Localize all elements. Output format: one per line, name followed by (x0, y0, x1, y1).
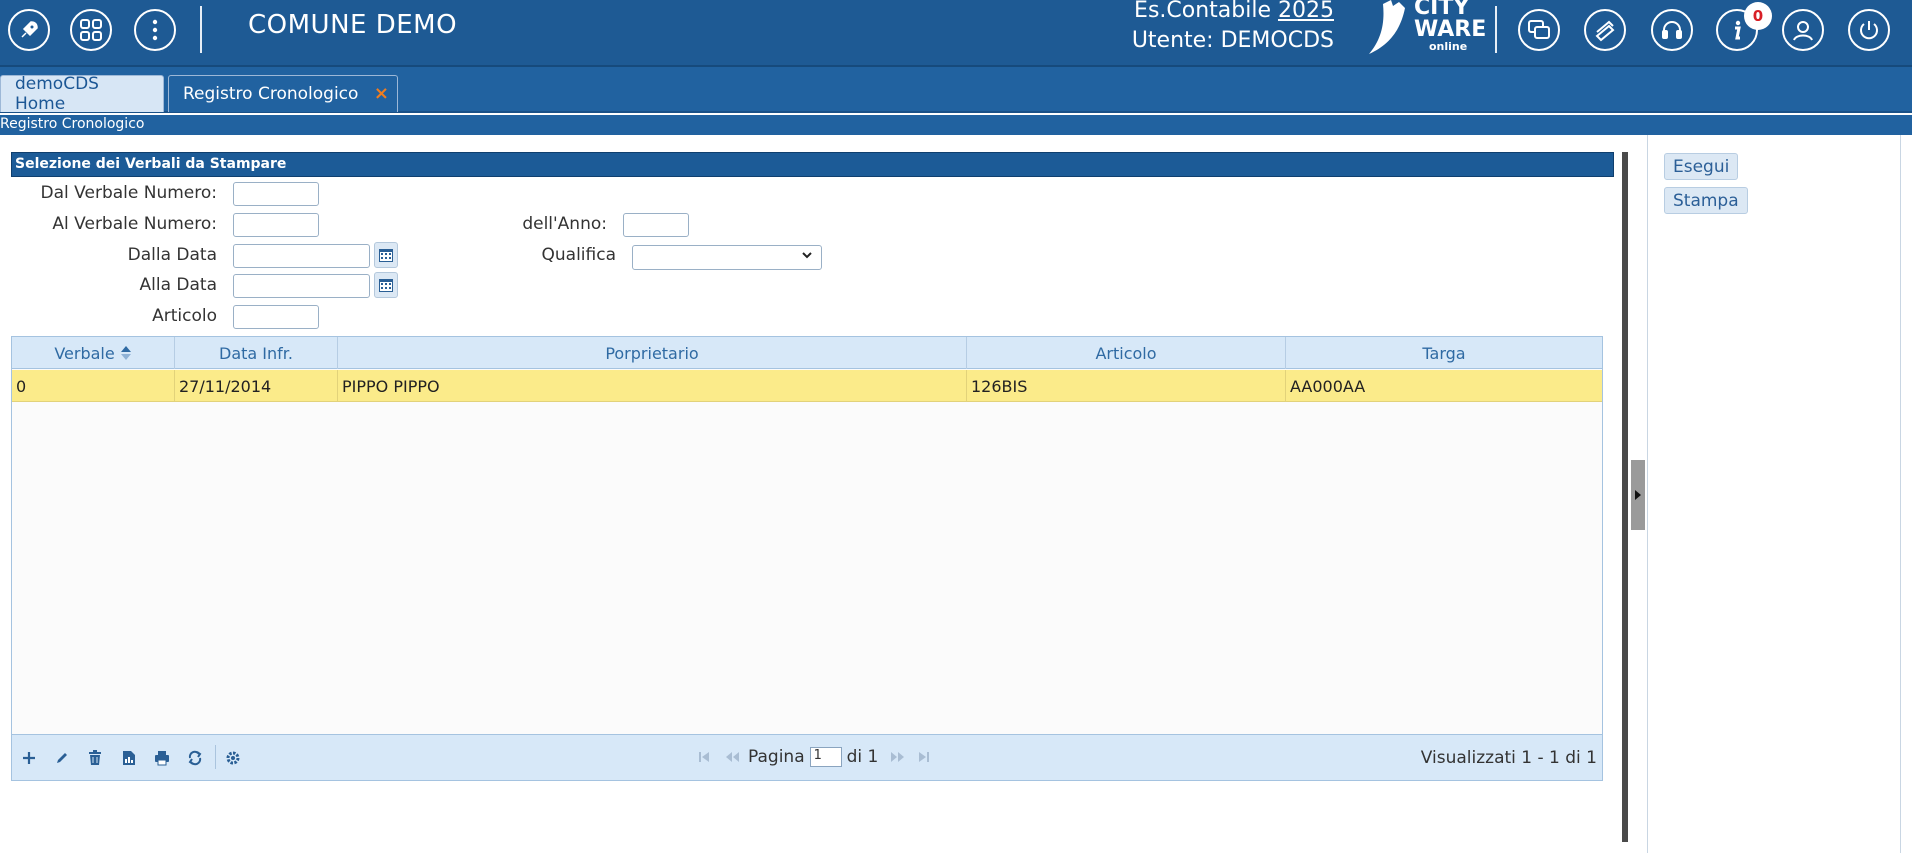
apps-grid-icon[interactable] (70, 9, 112, 51)
sort-icon (120, 346, 131, 360)
dalla-data-label: Dalla Data (127, 245, 217, 265)
table-row[interactable]: 0 27/11/2014 PIPPO PIPPO 126BIS AA000AA (12, 370, 1602, 402)
cell-proprietario: PIPPO PIPPO (338, 370, 967, 402)
books-icon[interactable] (1584, 9, 1626, 51)
header-divider (200, 6, 202, 53)
qualifica-select[interactable] (632, 245, 822, 270)
grid-header: Verbale Data Infr. Porprietario Articolo… (12, 337, 1602, 369)
windows-icon[interactable] (1518, 9, 1560, 51)
main-content: Selezione dei Verbali da Stampare Dal Ve… (0, 135, 1630, 853)
header-divider-2 (1495, 6, 1497, 53)
user-profile-icon[interactable] (1782, 9, 1824, 51)
export-icon[interactable] (120, 749, 138, 767)
collapse-panel-handle[interactable] (1631, 460, 1645, 530)
anno-input[interactable] (623, 213, 689, 237)
stampa-button[interactable]: Stampa (1664, 187, 1748, 214)
tab-registro-cronologico[interactable]: Registro Cronologico × (168, 75, 398, 112)
tab-bar: demoCDS Home Registro Cronologico × (0, 67, 1912, 114)
calendar-icon[interactable] (374, 242, 398, 268)
fiscal-year: Es.Contabile 2025 (1134, 0, 1334, 23)
tab-active-label: Registro Cronologico (183, 84, 359, 104)
cell-articolo: 126BIS (967, 370, 1286, 402)
delete-icon[interactable] (86, 749, 104, 767)
cell-verbale: 0 (12, 370, 175, 402)
power-icon[interactable] (1848, 9, 1890, 51)
refresh-icon[interactable] (186, 749, 204, 767)
fiscal-year-value[interactable]: 2025 (1278, 0, 1334, 23)
more-vertical-icon[interactable] (134, 9, 176, 51)
chevron-down-icon (801, 249, 813, 265)
print-icon[interactable] (153, 749, 171, 767)
cell-data-infr: 27/11/2014 (175, 370, 338, 402)
tab-home-label: demoCDS Home (15, 74, 99, 114)
articolo-input[interactable] (233, 305, 319, 329)
breadcrumb-bar: Registro Cronologico (0, 115, 1912, 135)
add-icon[interactable] (20, 749, 38, 767)
chevron-right-icon (1635, 490, 1641, 500)
first-page-icon[interactable] (698, 751, 712, 763)
records-count: Visualizzati 1 - 1 di 1 (1420, 748, 1597, 768)
logo-line3: online (1429, 40, 1468, 53)
anno-label: dell'Anno: (522, 214, 607, 234)
col-proprietario[interactable]: Porprietario (338, 337, 967, 369)
al-verbale-label: Al Verbale Numero: (52, 214, 217, 234)
page-label: Pagina (748, 747, 805, 767)
notification-badge[interactable]: 0 (1744, 2, 1772, 30)
cell-targa: AA000AA (1290, 376, 1366, 396)
dal-verbale-input[interactable] (233, 182, 319, 206)
page-total: di 1 (846, 747, 879, 767)
esegui-button[interactable]: Esegui (1664, 153, 1739, 180)
section-title: Selezione dei Verbali da Stampare (11, 152, 1614, 177)
cityware-logo: CITY WARE online (1361, 0, 1486, 56)
prev-page-icon[interactable] (724, 751, 740, 763)
col-data-infr[interactable]: Data Infr. (175, 337, 338, 369)
calendar-icon[interactable] (374, 272, 398, 298)
qualifica-label: Qualifica (541, 245, 617, 265)
articolo-label: Articolo (152, 306, 217, 326)
app-title: COMUNE DEMO (248, 10, 458, 40)
verbali-grid: Verbale Data Infr. Porprietario Articolo… (11, 336, 1603, 781)
alla-data-input[interactable] (233, 274, 370, 298)
fiscal-year-label: Es.Contabile (1134, 0, 1271, 23)
vertical-scrollbar[interactable] (1622, 152, 1628, 842)
toolbar-divider (215, 745, 216, 769)
edit-icon[interactable] (53, 749, 71, 767)
dal-verbale-label: Dal Verbale Numero: (40, 183, 217, 203)
col-verbale-label: Verbale (54, 343, 115, 363)
headset-icon[interactable] (1651, 9, 1693, 51)
close-tab-icon[interactable]: × (374, 83, 389, 104)
al-verbale-input[interactable] (233, 213, 319, 237)
grid-footer: Pagina 1 di 1 Visualizzati 1 - 1 di 1 (12, 734, 1602, 780)
rocket-icon[interactable] (8, 9, 50, 51)
last-page-icon[interactable] (916, 751, 930, 763)
logo-line2: WARE (1414, 17, 1487, 42)
dalla-data-input[interactable] (233, 244, 370, 268)
col-verbale[interactable]: Verbale (12, 337, 175, 369)
pager: Pagina 1 di 1 (698, 747, 930, 767)
col-articolo[interactable]: Articolo (967, 337, 1286, 369)
alla-data-label: Alla Data (139, 275, 218, 295)
breadcrumb: Registro Cronologico (0, 116, 145, 132)
page-number-input[interactable]: 1 (809, 747, 842, 767)
actions-panel: Esegui Stampa (1647, 135, 1901, 853)
tab-home[interactable]: demoCDS Home (0, 74, 164, 114)
col-targa[interactable]: Targa (1286, 337, 1602, 369)
next-page-icon[interactable] (890, 751, 906, 763)
current-user: Utente: DEMOCDS (1131, 28, 1334, 53)
top-header: COMUNE DEMO Es.Contabile 2025 Utente: DE… (0, 0, 1912, 67)
settings-icon[interactable] (224, 749, 242, 767)
